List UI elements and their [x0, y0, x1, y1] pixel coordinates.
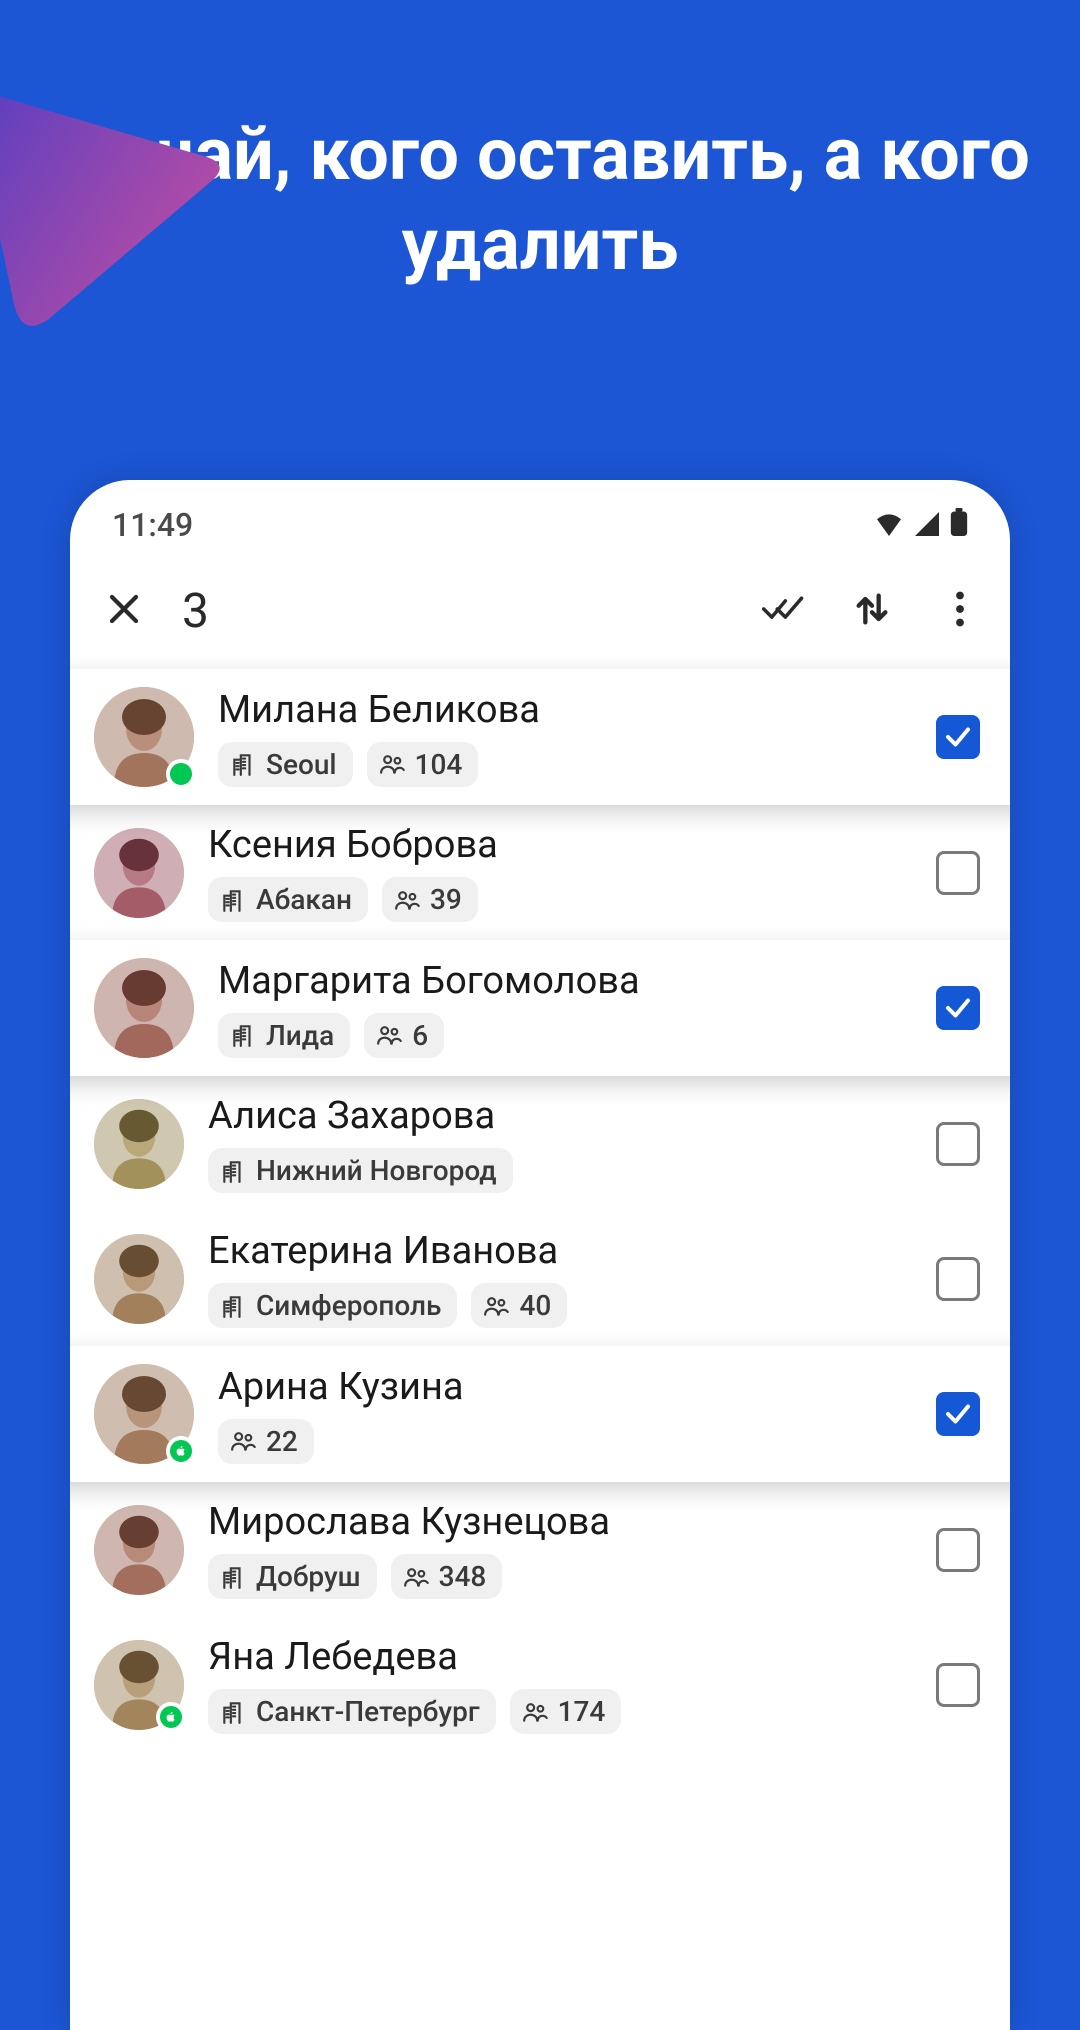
user-name: Алиса Захарова — [208, 1094, 912, 1138]
user-row[interactable]: Мирослава Кузнецова Добруш 348 — [70, 1482, 1010, 1617]
city-chip: Добруш — [208, 1554, 377, 1599]
user-row[interactable]: Милана Беликова Seoul 104 — [70, 669, 1010, 805]
city-label: Нижний Новгород — [256, 1154, 497, 1187]
user-info: Мирослава Кузнецова Добруш 348 — [208, 1500, 912, 1599]
city-chip: Санкт-Петербург — [208, 1689, 496, 1734]
checkbox[interactable] — [936, 715, 980, 759]
user-row[interactable]: Арина Кузина 22 — [70, 1346, 1010, 1482]
user-name: Милана Беликова — [218, 688, 912, 732]
city-label: Добруш — [256, 1560, 361, 1593]
checkbox[interactable] — [936, 1392, 980, 1436]
user-row[interactable]: Маргарита Богомолова Лида 6 — [70, 940, 1010, 1076]
avatar — [94, 958, 194, 1058]
mutual-count: 348 — [439, 1560, 487, 1593]
user-row[interactable]: Ксения Боброва Абакан 39 — [70, 805, 1010, 940]
user-row[interactable]: Яна Лебедева Санкт-Петербург 174 — [70, 1617, 1010, 1752]
device-frame: 11:49 3 — [70, 480, 1010, 2030]
city-chip: Лида — [218, 1013, 350, 1058]
mutual-chip: 104 — [367, 742, 479, 787]
user-row[interactable]: Алиса Захарова Нижний Новгород — [70, 1076, 1010, 1211]
checkbox[interactable] — [936, 1663, 980, 1707]
battery-icon — [950, 506, 968, 544]
city-label: Лида — [266, 1019, 334, 1052]
user-row[interactable]: Екатерина Иванова Симферополь 40 — [70, 1211, 1010, 1346]
status-icons — [874, 506, 968, 544]
user-name: Ксения Боброва — [208, 823, 912, 867]
checkbox[interactable] — [936, 986, 980, 1030]
checkbox[interactable] — [936, 1257, 980, 1301]
checkbox[interactable] — [936, 851, 980, 895]
wifi-icon — [874, 506, 904, 544]
checkbox[interactable] — [936, 1122, 980, 1166]
avatar — [94, 1364, 194, 1464]
user-info: Алиса Захарова Нижний Новгород — [208, 1094, 912, 1193]
mutual-count: 39 — [430, 883, 462, 916]
user-info: Милана Беликова Seoul 104 — [218, 688, 912, 787]
checkbox[interactable] — [936, 1528, 980, 1572]
mutual-chip: 348 — [391, 1554, 503, 1599]
mutual-chip: 22 — [218, 1419, 314, 1464]
mutual-chip: 174 — [510, 1689, 622, 1734]
avatar — [94, 687, 194, 787]
city-label: Абакан — [256, 883, 352, 916]
city-chip: Абакан — [208, 877, 368, 922]
user-info: Ксения Боброва Абакан 39 — [208, 823, 912, 922]
city-label: Симферополь — [256, 1289, 441, 1322]
mutual-chip: 6 — [364, 1013, 444, 1058]
user-name: Яна Лебедева — [208, 1635, 912, 1679]
avatar — [94, 1640, 184, 1730]
avatar — [94, 1234, 184, 1324]
presence-apple-icon — [156, 1702, 186, 1732]
user-name: Арина Кузина — [218, 1365, 912, 1409]
mutual-count: 6 — [412, 1019, 428, 1052]
user-info: Арина Кузина 22 — [218, 1365, 912, 1464]
mutual-chip: 39 — [382, 877, 478, 922]
sort-button[interactable] — [842, 589, 902, 633]
select-all-button[interactable] — [754, 593, 814, 629]
status-bar: 11:49 — [70, 480, 1010, 554]
page-headline: Решай, кого оставить, а кого удалить — [0, 110, 1080, 290]
selection-count: 3 — [182, 582, 726, 639]
avatar — [94, 1505, 184, 1595]
mutual-count: 174 — [558, 1695, 606, 1728]
mutual-count: 22 — [266, 1425, 298, 1458]
city-label: Seoul — [266, 748, 337, 781]
cellular-icon — [914, 506, 940, 544]
presence-online-icon — [166, 759, 196, 789]
user-name: Екатерина Иванова — [208, 1229, 912, 1273]
user-info: Яна Лебедева Санкт-Петербург 174 — [208, 1635, 912, 1734]
city-chip: Нижний Новгород — [208, 1148, 513, 1193]
close-button[interactable] — [94, 591, 154, 631]
mutual-chip: 40 — [471, 1283, 567, 1328]
mutual-count: 104 — [415, 748, 463, 781]
user-info: Екатерина Иванова Симферополь 40 — [208, 1229, 912, 1328]
more-button[interactable] — [930, 591, 990, 631]
avatar — [94, 828, 184, 918]
user-name: Мирослава Кузнецова — [208, 1500, 912, 1544]
mutual-count: 40 — [519, 1289, 551, 1322]
user-info: Маргарита Богомолова Лида 6 — [218, 959, 912, 1058]
user-name: Маргарита Богомолова — [218, 959, 912, 1003]
user-list: Милана Беликова Seoul 104 Ксения Боброва … — [70, 669, 1010, 1792]
avatar — [94, 1099, 184, 1189]
presence-apple-icon — [166, 1436, 196, 1466]
status-time: 11:49 — [112, 506, 193, 544]
city-chip: Seoul — [218, 742, 353, 787]
selection-toolbar: 3 — [70, 554, 1010, 669]
city-chip: Симферополь — [208, 1283, 457, 1328]
city-label: Санкт-Петербург — [256, 1695, 480, 1728]
